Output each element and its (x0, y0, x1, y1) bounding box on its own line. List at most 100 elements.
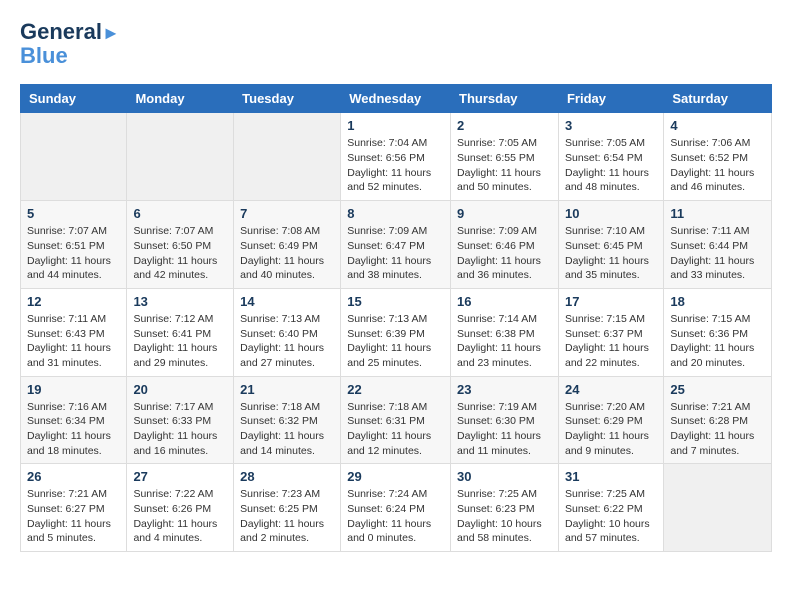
weekday-header-monday: Monday (127, 85, 234, 113)
calendar-cell: 21 Sunrise: 7:18 AM Sunset: 6:32 PM Dayli… (234, 376, 341, 464)
day-info: Sunrise: 7:21 AM Sunset: 6:28 PM Dayligh… (670, 400, 765, 459)
day-number: 7 (240, 206, 334, 221)
day-number: 9 (457, 206, 552, 221)
logo: General►Blue (20, 20, 120, 68)
day-info: Sunrise: 7:12 AM Sunset: 6:41 PM Dayligh… (133, 312, 227, 371)
day-number: 26 (27, 469, 120, 484)
day-info: Sunrise: 7:22 AM Sunset: 6:26 PM Dayligh… (133, 487, 227, 546)
day-number: 5 (27, 206, 120, 221)
calendar-week-row: 5Sunrise: 7:07 AM Sunset: 6:51 PM Daylig… (21, 201, 772, 289)
day-info: Sunrise: 7:05 AM Sunset: 6:54 PM Dayligh… (565, 136, 657, 195)
calendar-cell: 23 Sunrise: 7:19 AM Sunset: 6:30 PM Dayli… (451, 376, 559, 464)
day-number: 14 (240, 294, 334, 309)
calendar-week-row: 1 Sunrise: 7:04 AM Sunset: 6:56 PM Daylig… (21, 113, 772, 201)
day-info: Sunrise: 7:15 AM Sunset: 6:37 PM Dayligh… (565, 312, 657, 371)
calendar-cell: 9Sunrise: 7:09 AM Sunset: 6:46 PM Daylig… (451, 201, 559, 289)
day-number: 19 (27, 382, 120, 397)
day-info: Sunrise: 7:25 AM Sunset: 6:22 PM Dayligh… (565, 487, 657, 546)
calendar-cell: 19 Sunrise: 7:16 AM Sunset: 6:34 PM Dayli… (21, 376, 127, 464)
calendar-cell: 8 Sunrise: 7:09 AM Sunset: 6:47 PM Daylig… (341, 201, 451, 289)
calendar-cell: 14 Sunrise: 7:13 AM Sunset: 6:40 PM Dayli… (234, 288, 341, 376)
weekday-header-wednesday: Wednesday (341, 85, 451, 113)
day-number: 30 (457, 469, 552, 484)
day-info: Sunrise: 7:19 AM Sunset: 6:30 PM Dayligh… (457, 400, 552, 459)
day-info: Sunrise: 7:06 AM Sunset: 6:52 PM Dayligh… (670, 136, 765, 195)
day-info: Sunrise: 7:04 AM Sunset: 6:56 PM Dayligh… (347, 136, 444, 195)
calendar-cell: 29Sunrise: 7:24 AM Sunset: 6:24 PM Dayli… (341, 464, 451, 552)
calendar-cell: 2 Sunrise: 7:05 AM Sunset: 6:55 PM Daylig… (451, 113, 559, 201)
calendar-cell: 22 Sunrise: 7:18 AM Sunset: 6:31 PM Dayli… (341, 376, 451, 464)
day-info: Sunrise: 7:25 AM Sunset: 6:23 PM Dayligh… (457, 487, 552, 546)
calendar-cell (21, 113, 127, 201)
calendar-cell: 20Sunrise: 7:17 AM Sunset: 6:33 PM Dayli… (127, 376, 234, 464)
day-number: 25 (670, 382, 765, 397)
calendar-week-row: 12Sunrise: 7:11 AM Sunset: 6:43 PM Dayli… (21, 288, 772, 376)
day-info: Sunrise: 7:15 AM Sunset: 6:36 PM Dayligh… (670, 312, 765, 371)
weekday-header-saturday: Saturday (664, 85, 772, 113)
day-info: Sunrise: 7:16 AM Sunset: 6:34 PM Dayligh… (27, 400, 120, 459)
day-info: Sunrise: 7:10 AM Sunset: 6:45 PM Dayligh… (565, 224, 657, 283)
day-number: 11 (670, 206, 765, 221)
calendar-cell: 10 Sunrise: 7:10 AM Sunset: 6:45 PM Dayli… (558, 201, 663, 289)
day-number: 23 (457, 382, 552, 397)
calendar-cell (234, 113, 341, 201)
day-info: Sunrise: 7:18 AM Sunset: 6:32 PM Dayligh… (240, 400, 334, 459)
day-number: 21 (240, 382, 334, 397)
day-info: Sunrise: 7:07 AM Sunset: 6:50 PM Dayligh… (133, 224, 227, 283)
day-info: Sunrise: 7:13 AM Sunset: 6:40 PM Dayligh… (240, 312, 334, 371)
day-info: Sunrise: 7:14 AM Sunset: 6:38 PM Dayligh… (457, 312, 552, 371)
day-info: Sunrise: 7:13 AM Sunset: 6:39 PM Dayligh… (347, 312, 444, 371)
calendar-cell: 30 Sunrise: 7:25 AM Sunset: 6:23 PM Dayli… (451, 464, 559, 552)
day-number: 3 (565, 118, 657, 133)
weekday-header-thursday: Thursday (451, 85, 559, 113)
day-info: Sunrise: 7:11 AM Sunset: 6:44 PM Dayligh… (670, 224, 765, 283)
day-info: Sunrise: 7:08 AM Sunset: 6:49 PM Dayligh… (240, 224, 334, 283)
day-number: 1 (347, 118, 444, 133)
day-number: 18 (670, 294, 765, 309)
calendar-cell: 18 Sunrise: 7:15 AM Sunset: 6:36 PM Dayli… (664, 288, 772, 376)
calendar-cell: 28 Sunrise: 7:23 AM Sunset: 6:25 PM Dayli… (234, 464, 341, 552)
calendar-cell: 7 Sunrise: 7:08 AM Sunset: 6:49 PM Daylig… (234, 201, 341, 289)
day-number: 2 (457, 118, 552, 133)
calendar-cell: 25 Sunrise: 7:21 AM Sunset: 6:28 PM Dayli… (664, 376, 772, 464)
weekday-header-row: SundayMondayTuesdayWednesdayThursdayFrid… (21, 85, 772, 113)
calendar-cell: 26 Sunrise: 7:21 AM Sunset: 6:27 PM Dayli… (21, 464, 127, 552)
day-number: 10 (565, 206, 657, 221)
calendar-cell: 1 Sunrise: 7:04 AM Sunset: 6:56 PM Daylig… (341, 113, 451, 201)
calendar-cell: 17Sunrise: 7:15 AM Sunset: 6:37 PM Dayli… (558, 288, 663, 376)
logo-blue: Blue (20, 43, 68, 68)
day-info: Sunrise: 7:11 AM Sunset: 6:43 PM Dayligh… (27, 312, 120, 371)
day-number: 15 (347, 294, 444, 309)
day-info: Sunrise: 7:09 AM Sunset: 6:47 PM Dayligh… (347, 224, 444, 283)
day-info: Sunrise: 7:20 AM Sunset: 6:29 PM Dayligh… (565, 400, 657, 459)
weekday-header-sunday: Sunday (21, 85, 127, 113)
day-info: Sunrise: 7:05 AM Sunset: 6:55 PM Dayligh… (457, 136, 552, 195)
logo-text: General►Blue (20, 20, 120, 68)
day-info: Sunrise: 7:18 AM Sunset: 6:31 PM Dayligh… (347, 400, 444, 459)
day-number: 27 (133, 469, 227, 484)
day-number: 31 (565, 469, 657, 484)
day-number: 22 (347, 382, 444, 397)
day-number: 13 (133, 294, 227, 309)
calendar-cell: 13 Sunrise: 7:12 AM Sunset: 6:41 PM Dayli… (127, 288, 234, 376)
calendar-cell: 6Sunrise: 7:07 AM Sunset: 6:50 PM Daylig… (127, 201, 234, 289)
calendar-cell: 12Sunrise: 7:11 AM Sunset: 6:43 PM Dayli… (21, 288, 127, 376)
weekday-header-friday: Friday (558, 85, 663, 113)
day-info: Sunrise: 7:21 AM Sunset: 6:27 PM Dayligh… (27, 487, 120, 546)
day-number: 16 (457, 294, 552, 309)
calendar-cell: 4 Sunrise: 7:06 AM Sunset: 6:52 PM Daylig… (664, 113, 772, 201)
day-number: 4 (670, 118, 765, 133)
calendar-cell: 27 Sunrise: 7:22 AM Sunset: 6:26 PM Dayli… (127, 464, 234, 552)
weekday-header-tuesday: Tuesday (234, 85, 341, 113)
calendar-cell: 3 Sunrise: 7:05 AM Sunset: 6:54 PM Daylig… (558, 113, 663, 201)
day-info: Sunrise: 7:23 AM Sunset: 6:25 PM Dayligh… (240, 487, 334, 546)
day-number: 8 (347, 206, 444, 221)
calendar-cell: 15 Sunrise: 7:13 AM Sunset: 6:39 PM Dayli… (341, 288, 451, 376)
day-info: Sunrise: 7:24 AM Sunset: 6:24 PM Dayligh… (347, 487, 444, 546)
calendar-cell: 24 Sunrise: 7:20 AM Sunset: 6:29 PM Dayli… (558, 376, 663, 464)
calendar-week-row: 19 Sunrise: 7:16 AM Sunset: 6:34 PM Dayli… (21, 376, 772, 464)
day-number: 28 (240, 469, 334, 484)
day-number: 24 (565, 382, 657, 397)
logo-general: General (20, 19, 102, 44)
calendar-cell: 16 Sunrise: 7:14 AM Sunset: 6:38 PM Dayli… (451, 288, 559, 376)
